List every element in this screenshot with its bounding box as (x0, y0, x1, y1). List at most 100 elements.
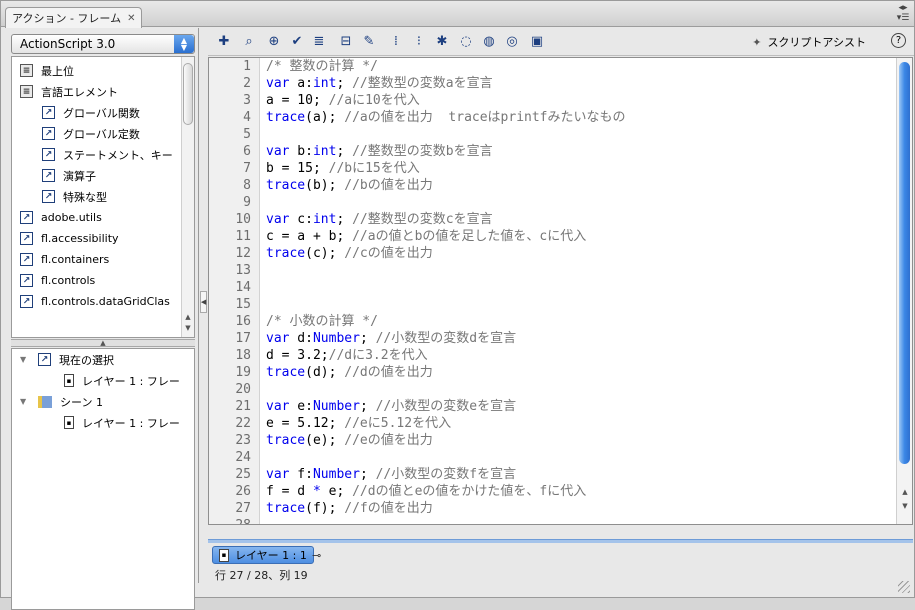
toolbox-item[interactable]: ↗ adobe.utils (20, 207, 102, 228)
collapse-panel-arrow-icon[interactable]: ◀ (200, 291, 207, 313)
toolbox-item[interactable]: ↗ fl.controls (20, 270, 95, 291)
toolbox-item[interactable]: ↗ グローバル定数 (42, 123, 140, 144)
script-navigator-tree[interactable]: ▼ ↗ 現在の選択 ▪ レイヤー 1 : フレー ▼ シーン 1 ▪ レイヤー 1 : フレー (11, 348, 195, 610)
code-text: a = 10; (266, 93, 329, 108)
code-line[interactable]: f = d * e; //dの値とeの値をかけた値を、fに代入 (266, 483, 586, 500)
tab-actions-frame[interactable]: アクション - フレーム ✕ (5, 7, 143, 28)
code-line[interactable]: trace(d); //dの値を出力 (266, 364, 433, 381)
resize-grip[interactable] (898, 581, 910, 593)
code-line[interactable]: trace(b); //bの値を出力 (266, 177, 433, 194)
code-line[interactable]: var b:int; //整数型の変数bを宣言 (266, 143, 493, 160)
navigator-item-label: レイヤー 1 : フレー (82, 416, 180, 430)
toolbox-item-label: グローバル関数 (63, 106, 140, 120)
code-comment: //整数型の変数aを宣言 (352, 76, 493, 91)
disclosure-triangle-icon[interactable]: ▼ (20, 397, 30, 406)
toolbox-item-label: fl.containers (41, 253, 110, 266)
toolbox-item[interactable]: ≡ 最上位 (20, 60, 74, 81)
class-arrow-icon: ↗ (20, 253, 33, 266)
toolbox-item[interactable]: ↗ fl.accessibility (20, 228, 119, 249)
target-path-icon[interactable]: ⊕ (266, 33, 282, 49)
code-line[interactable]: trace(e); //eの値を出力 (266, 432, 433, 449)
line-number: 25 (235, 467, 251, 482)
pin-script-icon[interactable]: ⊸ (312, 549, 321, 562)
code-line[interactable]: var d:Number; //小数型の変数dを宣言 (266, 330, 516, 347)
collapse-selection-icon[interactable]: ⁝ (411, 33, 427, 49)
toolbox-item-label: 演算子 (63, 169, 96, 183)
code-text: (a); (305, 110, 345, 125)
disclosure-triangle-icon[interactable]: ▼ (20, 355, 30, 364)
scroll-up-arrow-icon[interactable]: ▲ (899, 486, 911, 498)
apply-block-comment-icon[interactable]: ◌ (458, 33, 474, 49)
script-assist-button[interactable]: ✦ スクリプトアシスト (752, 34, 866, 50)
toolbox-item[interactable]: ↗ 演算子 (42, 165, 96, 186)
tab-layer-script[interactable]: ▪ レイヤー 1 : 1 (212, 546, 314, 564)
code-line[interactable]: b = 15; //bに15を代入 (266, 160, 420, 177)
collapse-between-braces-icon[interactable]: ⁞ (388, 33, 404, 49)
expand-all-icon[interactable]: ✱ (434, 33, 450, 49)
check-syntax-icon[interactable]: ✔ (289, 33, 305, 49)
scroll-thumb[interactable] (183, 63, 193, 125)
code-hint-icon[interactable]: ⊟ (338, 33, 354, 49)
toolbox-item-label: 特殊な型 (63, 190, 107, 204)
panel-menu-icon[interactable]: ◂▸ ▾☰ (896, 3, 910, 23)
code-text: e = 5.12; (266, 416, 345, 431)
toolbox-item[interactable]: ↗ fl.controls.dataGridClas (20, 291, 170, 312)
code-line[interactable]: var e:Number; //小数型の変数eを宣言 (266, 398, 516, 415)
code-line[interactable]: /* 小数の計算 */ (266, 313, 378, 330)
horizontal-scroll-track[interactable] (208, 526, 913, 539)
remove-comment-icon[interactable]: ◎ (504, 33, 520, 49)
code-text: ; (336, 212, 353, 227)
actions-toolbox-tree[interactable]: ≡ 最上位 ≡ 言語エレメント ↗ グローバル関数 ↗ グローバル定数 ↗ ステートメント、キー ↗… (11, 56, 195, 338)
auto-format-icon[interactable]: ≣ (311, 33, 327, 49)
navigator-item[interactable]: ▼ シーン 1 (20, 391, 103, 412)
apply-line-comment-icon[interactable]: ◍ (481, 33, 497, 49)
show-hide-toolbox-icon[interactable]: ▣ (529, 33, 545, 49)
code-line[interactable]: a = 10; //aに10を代入 (266, 92, 420, 109)
toolbox-item-label: 最上位 (41, 64, 74, 78)
code-text: ; (336, 76, 353, 91)
code-line[interactable]: e = 5.12; //eに5.12を代入 (266, 415, 451, 432)
script-editor[interactable]: 1 2 3 4 5 6 7 8 9 10 11 12 13 14 15 16 17 18 19 20 21 22 23 24 2… (208, 57, 913, 525)
code-text: e; (320, 484, 353, 499)
toolbox-item[interactable]: ≡ 言語エレメント (20, 81, 118, 102)
code-keyword: Number (312, 399, 360, 414)
language-select[interactable]: ActionScript 3.0 ▲ ▼ (11, 34, 195, 54)
frame-script-icon: ▪ (64, 416, 74, 429)
scroll-up-arrow-icon[interactable]: ▲ (183, 312, 193, 322)
code-text: f = d (266, 484, 313, 499)
add-item-icon[interactable]: ✚ (216, 33, 232, 49)
code-line[interactable]: /* 整数の計算 */ (266, 58, 378, 75)
code-line[interactable]: c = a + b; //aの値とbの値を足した値を、cに代入 (266, 228, 586, 245)
line-number: 18 (235, 348, 251, 363)
line-number: 13 (235, 263, 251, 278)
toolbox-item[interactable]: ↗ グローバル関数 (42, 102, 140, 123)
code-keyword: Number (312, 467, 360, 482)
editor-scrollbar[interactable]: ▲ ▼ (896, 58, 912, 524)
scroll-down-arrow-icon[interactable]: ▼ (183, 323, 193, 333)
toolbox-scrollbar[interactable]: ▲ ▼ (181, 57, 194, 337)
help-icon[interactable]: ? (891, 33, 906, 48)
script-tab-bar: ▪ レイヤー 1 : 1 ⊸ (208, 543, 913, 565)
code-comment: /* 整数の計算 */ (266, 59, 378, 74)
close-icon[interactable]: ✕ (127, 13, 135, 24)
code-line[interactable]: d = 3.2;//dに3.2を代入 (266, 347, 428, 364)
toolbox-item[interactable]: ↗ fl.containers (20, 249, 109, 270)
code-text: c: (289, 212, 313, 227)
navigator-item[interactable]: ▪ レイヤー 1 : フレー (64, 412, 180, 433)
code-line[interactable]: trace(f); //fの値を出力 (266, 500, 433, 517)
debug-options-icon[interactable]: ✎ (361, 33, 377, 49)
toolbox-item-label: ステートメント、キー (63, 148, 173, 162)
navigator-item[interactable]: ▪ レイヤー 1 : フレー (64, 370, 180, 391)
code-line[interactable]: var c:int; //整数型の変数cを宣言 (266, 211, 493, 228)
code-line[interactable]: var f:Number; //小数型の変数fを宣言 (266, 466, 516, 483)
code-line[interactable]: trace(a); //aの値を出力 traceはprintfみたいなもの (266, 109, 626, 126)
pane-splitter[interactable]: ▲ (11, 339, 195, 347)
code-line[interactable]: var a:int; //整数型の変数aを宣言 (266, 75, 493, 92)
scroll-down-arrow-icon[interactable]: ▼ (899, 500, 911, 512)
scroll-thumb[interactable] (899, 62, 910, 464)
navigator-item[interactable]: ▼ ↗ 現在の選択 (20, 349, 114, 370)
toolbox-item[interactable]: ↗ ステートメント、キー (42, 144, 173, 165)
toolbox-item[interactable]: ↗ 特殊な型 (42, 186, 107, 207)
code-line[interactable]: trace(c); //cの値を出力 (266, 245, 433, 262)
find-icon[interactable]: ⌕ (241, 33, 257, 49)
